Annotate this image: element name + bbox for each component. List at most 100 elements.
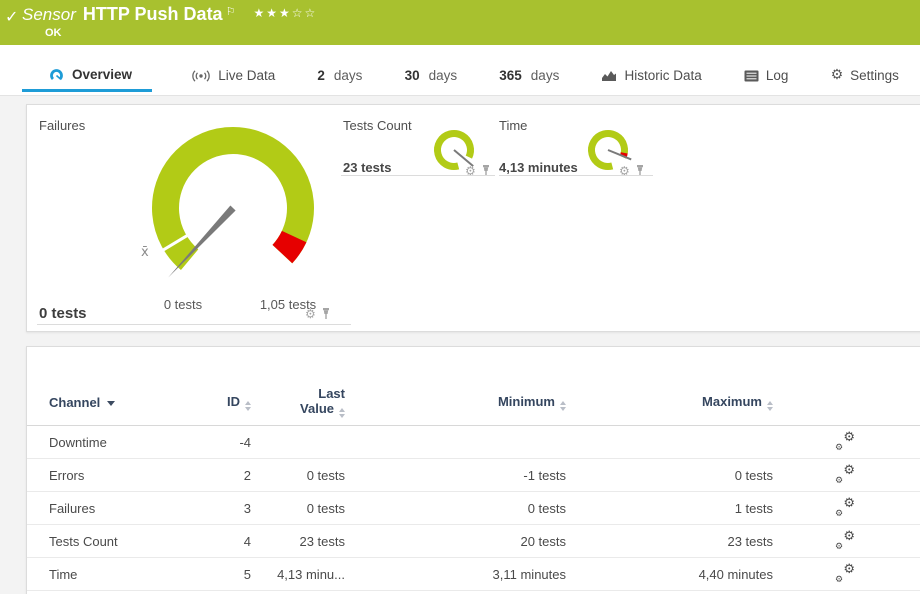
area-chart-icon [601, 69, 617, 82]
flag-icon[interactable]: ⚐ [226, 5, 236, 18]
log-list-icon [744, 70, 759, 82]
tab-2-days[interactable]: 2 days [314, 68, 365, 95]
channel-minimum: 0 tests [345, 501, 566, 516]
priority-stars[interactable]: ★★★☆☆ [253, 6, 317, 20]
sensor-title-row: Sensor HTTP Push Data ⚐ ★★★☆☆ [22, 4, 317, 25]
table-header-row: Channel ID Last Value Minimum Maximum [27, 379, 920, 426]
tab-label: Live Data [218, 68, 275, 83]
divider [499, 175, 653, 176]
tab-label: Log [766, 68, 789, 83]
channel-id: 4 [214, 534, 251, 549]
channel-name: Downtime [49, 435, 214, 450]
table-row: Time 5 4,13 minu... 3,11 minutes 4,40 mi… [27, 558, 920, 591]
channel-settings-gears-icon[interactable]: ⚙⚙ [835, 434, 855, 450]
sensor-title: HTTP Push Data [83, 4, 223, 25]
object-kind-label: Sensor [22, 5, 76, 25]
tab-label: Historic Data [624, 68, 701, 83]
table-row: Tests Count 4 23 tests 20 tests 23 tests… [27, 525, 920, 558]
channel-maximum: 4,40 minutes [566, 567, 773, 582]
column-header-channel[interactable]: Channel [49, 395, 214, 410]
gauge-title-tests-count: Tests Count [343, 118, 412, 133]
gear-icon: ⚙ [835, 575, 843, 585]
channel-id: 3 [214, 501, 251, 516]
column-label: Last [318, 386, 345, 401]
column-header-last-value[interactable]: Last Value [251, 386, 345, 418]
channel-minimum: 20 tests [345, 534, 566, 549]
gear-icon: ⚙ [835, 476, 843, 486]
channel-settings-gears-icon[interactable]: ⚙⚙ [835, 500, 855, 516]
column-label: ID [227, 394, 240, 409]
channel-name: Failures [49, 501, 214, 516]
channel-settings-gears-icon[interactable]: ⚙⚙ [835, 533, 855, 549]
divider [37, 324, 351, 325]
status-ok-check-icon: ✓ [5, 7, 18, 26]
column-header-maximum[interactable]: Maximum [566, 394, 773, 411]
broadcast-icon [191, 69, 211, 83]
failures-gauge-tools: ⚙ [305, 308, 331, 320]
gauge-title-failures: Failures [39, 118, 85, 133]
prtg-sensor-page: ✓ Sensor HTTP Push Data ⚐ ★★★☆☆ OK Overv… [0, 0, 920, 594]
channel-last-value: 23 tests [251, 534, 345, 549]
tab-label: days [531, 68, 560, 83]
tab-label: Overview [72, 67, 132, 82]
gauge-min-label: 0 tests [143, 297, 223, 312]
tab-overview[interactable]: Overview [22, 66, 152, 95]
column-label: Minimum [498, 394, 555, 409]
tab-number: 365 [499, 68, 522, 83]
channel-last-value: 0 tests [251, 468, 345, 483]
gauge-title-time: Time [499, 118, 527, 133]
gear-icon: ⚙ [843, 430, 855, 446]
gauges-panel: Failures x̄ 0 tests 1,05 tests 0 tests ⚙… [26, 104, 920, 332]
table-row: Errors 2 0 tests -1 tests 0 tests ⚙⚙ [27, 459, 920, 492]
time-current-value: 4,13 minutes [499, 160, 578, 175]
channel-last-value: 4,13 minu... [251, 567, 345, 582]
channel-minimum: 3,11 minutes [345, 567, 566, 582]
sensor-header: ✓ Sensor HTTP Push Data ⚐ ★★★☆☆ OK [0, 0, 920, 45]
tab-30-days[interactable]: 30 days [402, 68, 461, 95]
table-row: Failures 3 0 tests 0 tests 1 tests ⚙⚙ [27, 492, 920, 525]
channel-maximum: 23 tests [566, 534, 773, 549]
channel-id: 5 [214, 567, 251, 582]
tab-365-days[interactable]: 365 days [496, 68, 562, 95]
tab-number: 30 [405, 68, 420, 83]
gear-icon: ⚙ [843, 529, 855, 545]
channel-last-value: 0 tests [251, 501, 345, 516]
gear-icon: ⚙ [843, 496, 855, 512]
gear-icon: ⚙ [843, 463, 855, 479]
channel-settings-gears-icon[interactable]: ⚙⚙ [835, 467, 855, 483]
gear-icon: ⚙ [835, 443, 843, 453]
average-marker-label: x̄ [141, 245, 149, 260]
tab-historic-data[interactable]: Historic Data [598, 68, 704, 95]
pin-icon[interactable] [321, 308, 331, 320]
channel-maximum: 0 tests [566, 468, 773, 483]
channel-minimum: -1 tests [345, 468, 566, 483]
tab-log[interactable]: Log [741, 68, 792, 95]
column-label: Value [300, 401, 334, 416]
tab-number: 2 [317, 68, 325, 83]
gear-icon: ⚙ [835, 509, 843, 519]
gear-icon[interactable]: ⚙ [305, 308, 316, 320]
tab-label: days [334, 68, 363, 83]
gear-icon: ⚙ [835, 542, 843, 552]
column-label: Channel [49, 395, 100, 410]
table-row: Downtime -4 ⚙⚙ [27, 426, 920, 459]
column-header-id[interactable]: ID [214, 394, 251, 411]
column-label: Maximum [702, 394, 762, 409]
channel-name: Time [49, 567, 214, 582]
failures-gauge[interactable]: x̄ [133, 108, 333, 308]
tests-count-current-value: 23 tests [343, 160, 391, 175]
tab-label: Settings [850, 68, 899, 83]
channels-table-panel: Channel ID Last Value Minimum Maximum Do… [26, 346, 920, 594]
failures-current-value: 0 tests [39, 305, 87, 322]
tab-live-data[interactable]: Live Data [188, 68, 278, 95]
channel-id: -4 [214, 435, 251, 450]
column-header-minimum[interactable]: Minimum [345, 394, 566, 411]
channel-name: Errors [49, 468, 214, 483]
tab-settings[interactable]: ⚙ Settings [828, 67, 902, 95]
sort-icon [767, 401, 773, 411]
gear-icon: ⚙ [843, 562, 855, 578]
gear-icon: ⚙ [831, 67, 844, 83]
channel-name: Tests Count [49, 534, 214, 549]
channel-settings-gears-icon[interactable]: ⚙⚙ [835, 566, 855, 582]
tab-label: days [429, 68, 458, 83]
